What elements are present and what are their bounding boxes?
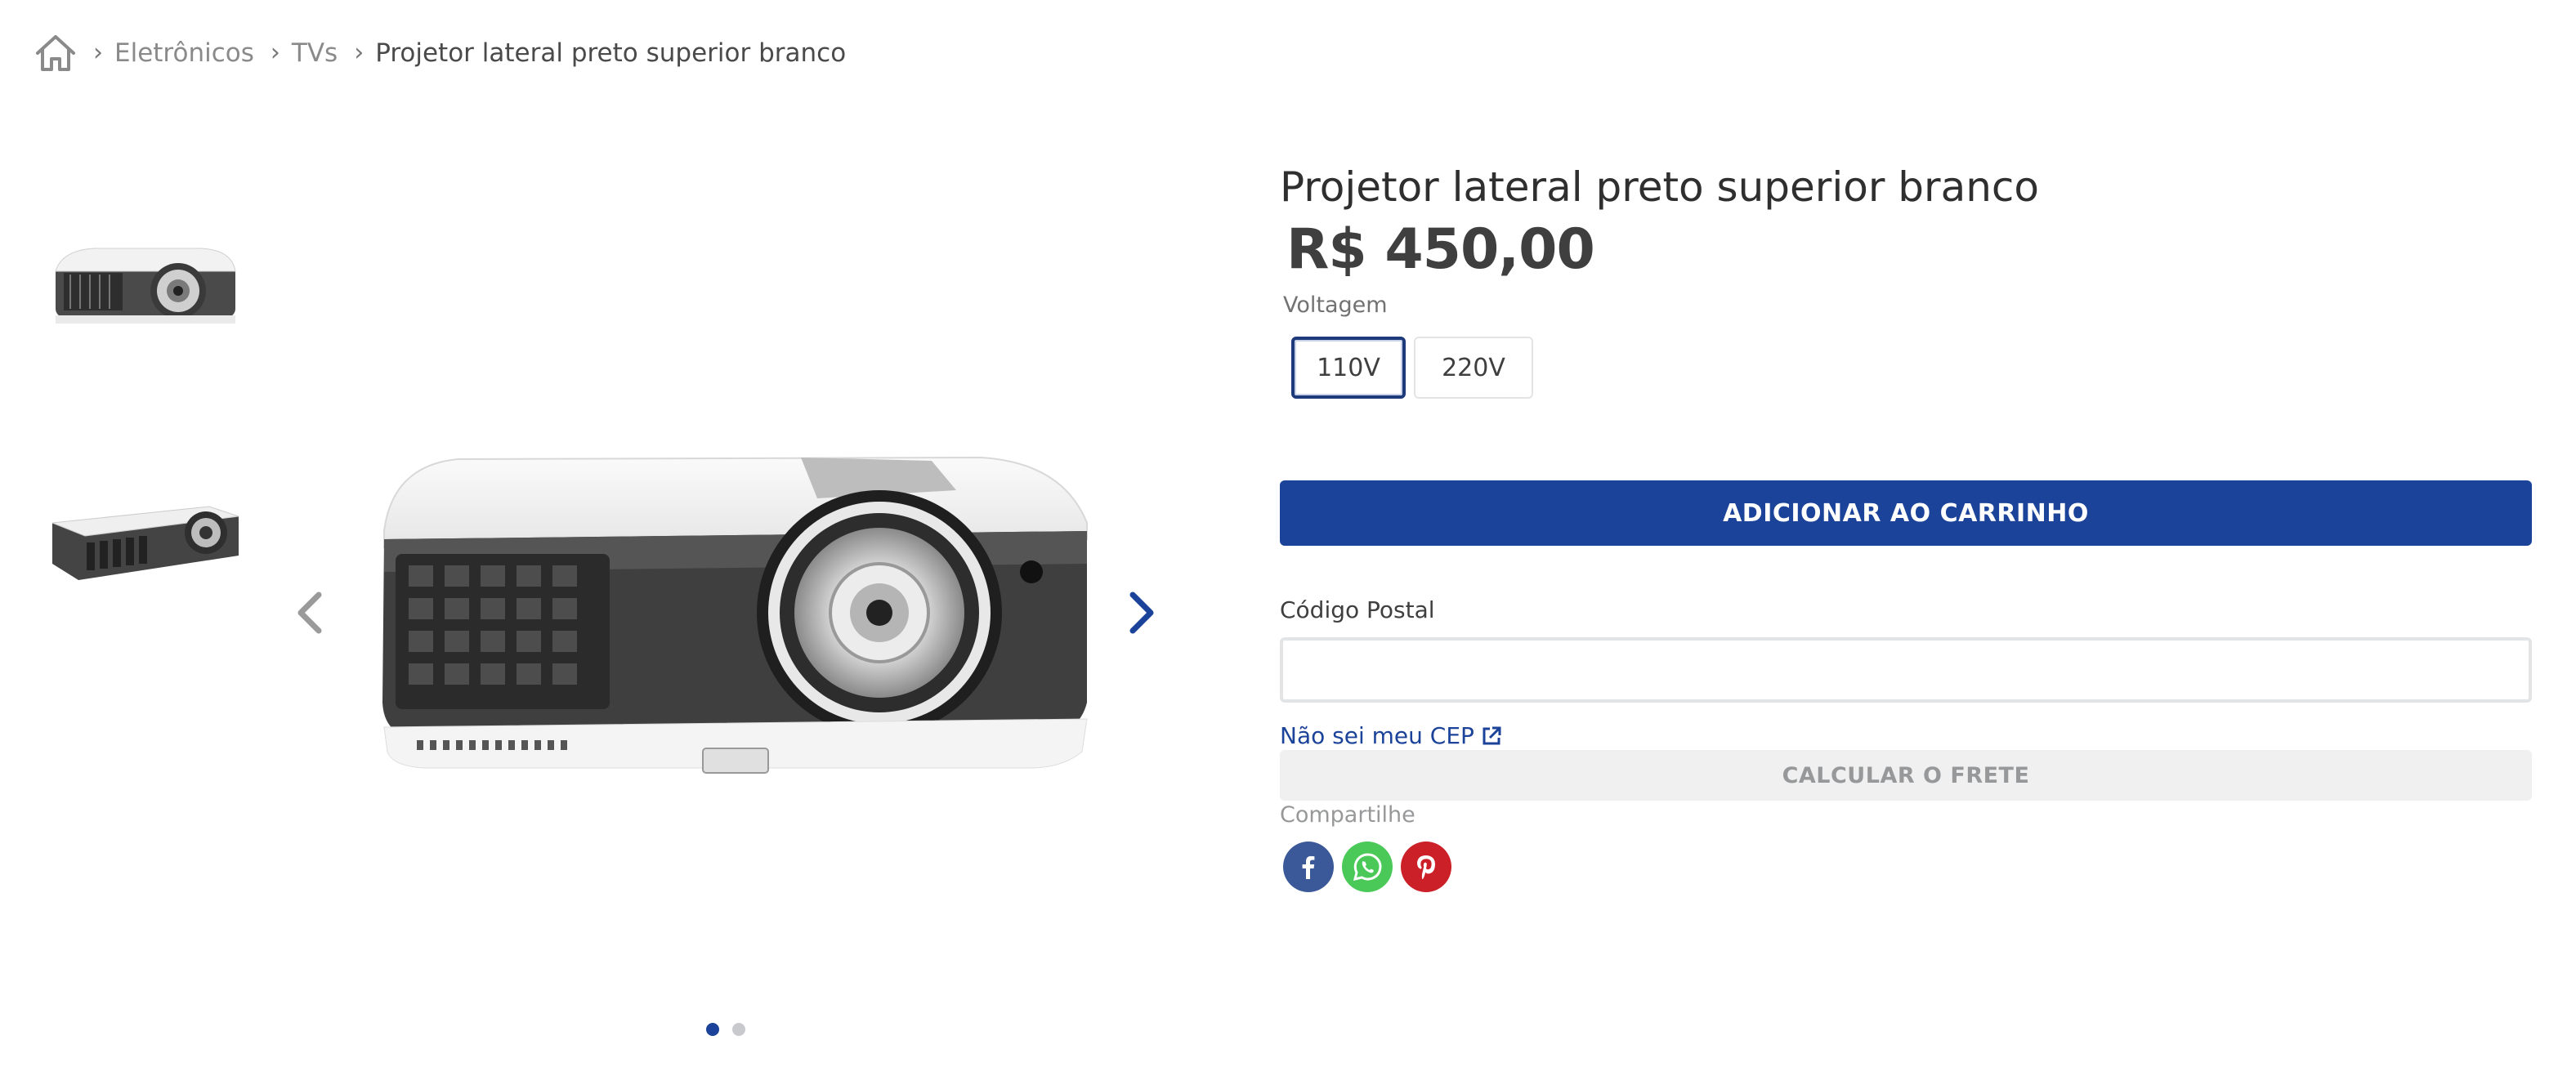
share-facebook-button[interactable] xyxy=(1283,842,1334,892)
pinterest-icon xyxy=(1417,855,1435,879)
carousel-dot-2[interactable] xyxy=(732,1023,745,1036)
share-pinterest-button[interactable] xyxy=(1401,842,1451,892)
thumbnail-1[interactable] xyxy=(46,221,242,343)
postal-code-label: Código Postal xyxy=(1280,596,1435,623)
projector-image xyxy=(382,456,1088,774)
product-price: R$ 450,00 xyxy=(1286,217,1595,282)
projector-front-thumbnail xyxy=(55,248,236,324)
add-to-cart-button[interactable]: ADICIONAR AO CARRINHO xyxy=(1280,480,2532,546)
main-product-image xyxy=(360,425,1111,792)
chevron-right-icon xyxy=(1129,592,1154,634)
postal-code-input[interactable] xyxy=(1280,637,2532,703)
carousel-prev-button[interactable] xyxy=(286,580,335,645)
voltage-option-110v[interactable]: 110V xyxy=(1291,337,1406,399)
projector-side-thumbnail xyxy=(51,506,239,580)
carousel-dot-1[interactable] xyxy=(706,1023,719,1036)
facebook-icon xyxy=(1302,855,1315,879)
breadcrumb-separator-icon: › xyxy=(354,38,364,67)
breadcrumb-current: Projetor lateral preto superior branco xyxy=(375,38,847,68)
breadcrumb-separator-icon: › xyxy=(93,38,103,67)
breadcrumb-item-tvs[interactable]: TVs xyxy=(292,38,338,68)
breadcrumb-item-eletronicos[interactable]: Eletrônicos xyxy=(114,38,254,68)
cep-help-link-label: Não sei meu CEP xyxy=(1280,722,1474,749)
product-title: Projetor lateral preto superior branco xyxy=(1280,163,2039,211)
home-icon[interactable] xyxy=(34,33,77,73)
voltage-label: Voltagem xyxy=(1283,292,1388,318)
breadcrumb-separator-icon: › xyxy=(270,38,280,67)
breadcrumb: › Eletrônicos › TVs › Projetor lateral p… xyxy=(34,33,846,74)
voltage-option-220v[interactable]: 220V xyxy=(1414,337,1533,399)
carousel-next-button[interactable] xyxy=(1116,580,1165,645)
cep-help-link[interactable]: Não sei meu CEP xyxy=(1280,722,1502,749)
calculate-shipping-button[interactable]: CALCULAR O FRETE xyxy=(1280,750,2532,801)
external-link-icon xyxy=(1483,726,1501,744)
chevron-left-icon xyxy=(297,592,322,634)
thumbnail-2[interactable] xyxy=(46,474,242,596)
share-whatsapp-button[interactable] xyxy=(1342,842,1393,892)
share-label: Compartilhe xyxy=(1280,802,1415,828)
whatsapp-icon xyxy=(1353,853,1382,882)
